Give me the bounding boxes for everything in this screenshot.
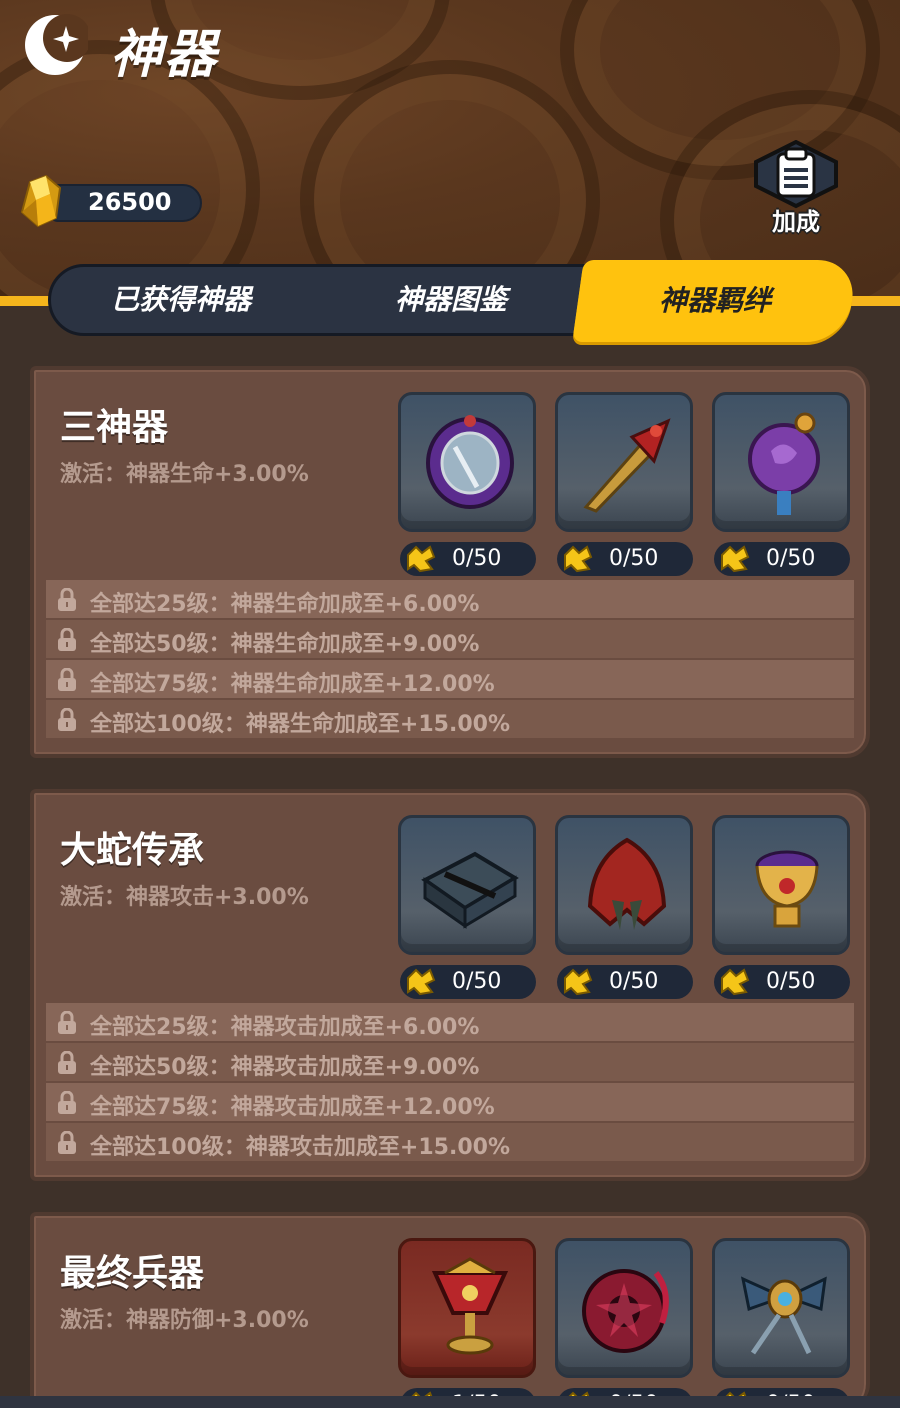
bottom-edge xyxy=(0,1396,900,1408)
tier-bonus-text: 全部达75级：神器攻击加成至+12.00% xyxy=(90,1095,495,1120)
lock-icon xyxy=(58,1011,76,1034)
artifact-level-progress: 0/50 xyxy=(400,542,536,576)
artifact-slot[interactable] xyxy=(398,1238,536,1378)
set-name: 大蛇传承 xyxy=(60,830,205,871)
artifact-slot[interactable] xyxy=(398,815,536,955)
artifact-level-progress: 0/50 xyxy=(557,542,693,576)
dark-orb-icon xyxy=(582,1269,669,1353)
lock-icon xyxy=(58,1091,76,1114)
bonus-button-label: 加成 xyxy=(772,208,820,236)
set-card-three-artifacts: 三神器 激活：神器生命+3.00% 0/50 0/50 0/50 全部达25级：… xyxy=(30,366,870,758)
artifact-progress-text: 0/50 xyxy=(609,546,659,571)
lock-icon xyxy=(58,628,76,651)
tier-bonus-text: 全部达25级：神器攻击加成至+6.00% xyxy=(90,1015,480,1040)
artifact-slot[interactable] xyxy=(712,1238,850,1378)
magatama-icon xyxy=(748,412,820,515)
artifact-progress-text: 0/50 xyxy=(609,969,659,994)
artifact-slot[interactable] xyxy=(555,392,693,532)
tier-bonus-row: 全部达50级：神器攻击加成至+9.00% xyxy=(46,1043,854,1081)
tier-bonus-text: 全部达100级：神器生命加成至+15.00% xyxy=(90,712,510,737)
set-activate-bonus: 激活：神器攻击+3.00% xyxy=(60,885,309,910)
puzzle-piece-icon xyxy=(564,545,593,573)
artifact-slot[interactable] xyxy=(398,392,536,532)
tier-bonus-text: 全部达100级：神器攻击加成至+15.00% xyxy=(90,1135,510,1160)
tier-bonus-text: 全部达75级：神器生命加成至+12.00% xyxy=(90,672,495,697)
tier-bonus-text: 全部达25级：神器生命加成至+6.00% xyxy=(90,592,480,617)
artifact-level-progress: 0/50 xyxy=(557,965,693,999)
page-title: 神器 xyxy=(110,25,219,85)
tier-bonus-row: 全部达25级：神器生命加成至+6.00% xyxy=(46,580,854,618)
set-card-ultimate-weapon: 最终兵器 激活：神器防御+3.00% xyxy=(30,1212,870,1408)
tier-bonus-row: 全部达25级：神器攻击加成至+6.00% xyxy=(46,1003,854,1041)
tab-artifact-bonds[interactable]: 神器羁绊 xyxy=(572,260,858,342)
currency-value: 26500 xyxy=(88,188,172,216)
artifact-slot[interactable] xyxy=(555,815,693,955)
tier-bonus-text: 全部达50级：神器生命加成至+9.00% xyxy=(90,632,480,657)
bonus-button[interactable]: 加成 xyxy=(748,139,844,236)
red-claw-icon xyxy=(587,837,667,930)
cauldron-icon xyxy=(755,850,819,928)
lock-icon xyxy=(58,1131,76,1154)
set-name: 三神器 xyxy=(60,407,169,448)
set-name: 最终兵器 xyxy=(60,1253,205,1294)
artifact-slot[interactable] xyxy=(712,392,850,532)
puzzle-piece-icon xyxy=(721,545,750,573)
artifact-slot[interactable] xyxy=(555,1238,693,1378)
set-activate-bonus: 激活：神器防御+3.00% xyxy=(60,1308,309,1333)
artifact-level-progress: 0/50 xyxy=(714,542,850,576)
mirror-icon xyxy=(426,415,514,509)
lock-icon xyxy=(58,588,76,611)
moon-logo-icon xyxy=(22,12,91,78)
puzzle-piece-icon xyxy=(564,968,593,996)
winged-scepter-icon xyxy=(740,1276,827,1355)
goblet-icon xyxy=(431,1257,509,1355)
artifact-level-progress: 0/50 xyxy=(400,965,536,999)
lock-icon xyxy=(58,668,76,691)
tab-owned-artifacts[interactable]: 已获得神器 xyxy=(51,267,311,333)
artifact-progress-text: 0/50 xyxy=(452,546,502,571)
tier-bonus-row: 全部达100级：神器生命加成至+15.00% xyxy=(46,700,854,738)
tab-artifact-bonds-label: 神器羁绊 xyxy=(658,284,771,317)
gold-crystal-icon xyxy=(16,174,72,230)
sword-icon xyxy=(583,418,671,513)
tab-artifact-gallery[interactable]: 神器图鉴 xyxy=(321,267,581,333)
lock-icon xyxy=(58,708,76,731)
chest-icon xyxy=(421,851,519,929)
tier-bonus-text: 全部达50级：神器攻击加成至+9.00% xyxy=(90,1055,480,1080)
artifact-level-progress: 0/50 xyxy=(714,965,850,999)
artifact-progress-text: 0/50 xyxy=(452,969,502,994)
tier-bonus-row: 全部达75级：神器生命加成至+12.00% xyxy=(46,660,854,698)
tier-bonus-row: 全部达100级：神器攻击加成至+15.00% xyxy=(46,1123,854,1161)
puzzle-piece-icon xyxy=(721,968,750,996)
set-card-orochi-legacy: 大蛇传承 激活：神器攻击+3.00% 0/50 0/50 0/50 全部达25级… xyxy=(30,789,870,1181)
lock-icon xyxy=(58,1051,76,1074)
artifact-progress-text: 0/50 xyxy=(766,546,816,571)
artifact-slot[interactable] xyxy=(712,815,850,955)
tier-bonus-row: 全部达50级：神器生命加成至+9.00% xyxy=(46,620,854,658)
artifact-progress-text: 0/50 xyxy=(766,969,816,994)
currency-display: 26500 xyxy=(16,174,202,230)
clipboard-icon xyxy=(754,139,838,209)
puzzle-piece-icon xyxy=(407,968,436,996)
puzzle-piece-icon xyxy=(407,545,436,573)
tier-bonus-row: 全部达75级：神器攻击加成至+12.00% xyxy=(46,1083,854,1121)
set-activate-bonus: 激活：神器生命+3.00% xyxy=(60,462,309,487)
